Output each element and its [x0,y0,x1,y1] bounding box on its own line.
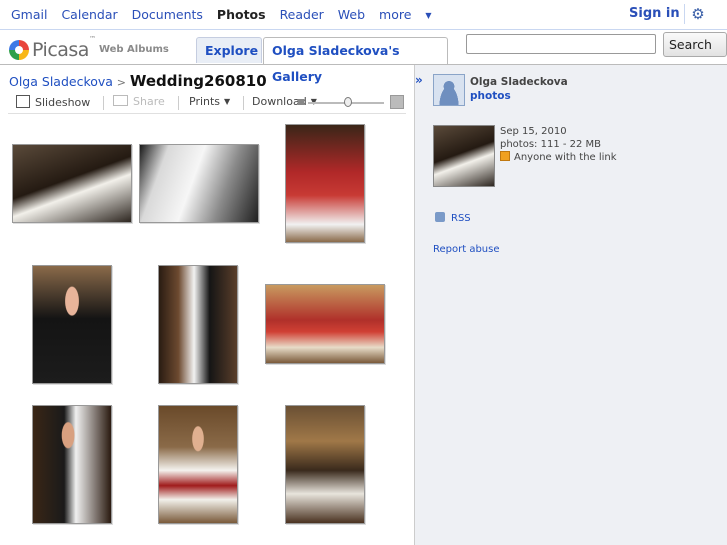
zoom-slider-thumb[interactable] [344,97,352,107]
prints-button[interactable]: Prints ▼ [189,95,230,108]
photo-2[interactable] [139,144,259,223]
rss-label: RSS [451,213,471,224]
album-visibility-label: Anyone with the link [514,152,617,163]
lock-icon [500,151,510,161]
nav-documents[interactable]: Documents [132,7,203,22]
album-content: Olga Sladeckova > Wedding260810 Slidesho… [0,65,415,545]
tab-gallery[interactable]: Olga Sladeckova's Gallery [263,37,448,84]
tab-explore[interactable]: Explore [196,37,262,63]
photo-8[interactable] [158,405,238,524]
photo-3[interactable] [285,124,365,243]
picasa-logo[interactable]: Picasa™Web Albums [9,35,169,61]
chevron-down-icon: ▼ [224,97,231,106]
photo-4[interactable] [32,265,112,384]
google-services-nav: Gmail Calendar Documents Photos Reader W… [11,7,452,22]
envelope-icon [113,95,128,106]
photo-5[interactable] [158,265,238,384]
album-sidebar: » Olga Sladeckova photos Sep 15, 2010 ph… [415,65,727,545]
nav-more[interactable]: more ▼ [379,7,442,22]
zoom-small-icon[interactable] [298,99,304,105]
album-visibility: Anyone with the link [500,151,617,163]
avatar[interactable] [433,74,465,106]
logo-trademark: ™ [88,35,96,43]
owner-name: Olga Sladeckova [470,76,568,88]
report-abuse-link[interactable]: Report abuse [433,244,500,255]
sign-in-link[interactable]: Sign in [629,6,680,21]
nav-gmail[interactable]: Gmail [11,7,47,22]
share-button[interactable]: Share [113,95,165,108]
toolbar-divider [243,96,244,110]
nav-photos[interactable]: Photos [217,7,266,22]
picasa-header: Picasa™Web Albums Explore Olga Sladeckov… [0,30,727,84]
breadcrumb: Olga Sladeckova > Wedding260810 [9,72,267,90]
album-cover[interactable] [433,125,495,187]
search-button[interactable]: Search [663,32,727,57]
search-input[interactable] [466,34,656,54]
slideshow-icon [16,95,30,108]
logo-text: Picasa [32,38,89,61]
rss-link[interactable]: RSS [435,212,471,224]
photo-9[interactable] [285,405,365,524]
album-count: photos: 111 - 22 MB [500,139,602,150]
toolbar-divider [103,96,104,110]
nav-more-label: more [379,7,412,22]
photo-1[interactable] [12,144,132,223]
toolbar-divider [178,96,179,110]
photo-6[interactable] [265,284,385,364]
picasa-logo-icon [9,39,29,60]
slideshow-button[interactable]: Slideshow [16,95,90,109]
collapse-sidebar-icon[interactable]: » [415,73,427,87]
prints-label: Prints [189,95,221,108]
album-title: Wedding260810 [129,72,267,90]
logo-subtitle: Web Albums [98,44,169,55]
nav-reader[interactable]: Reader [280,7,324,22]
slideshow-label: Slideshow [35,96,91,109]
gear-icon[interactable]: ⚙ [684,4,709,24]
owner-photos-link[interactable]: photos [470,90,511,102]
photo-7[interactable] [32,405,112,524]
zoom-large-icon[interactable] [390,95,404,109]
chevron-down-icon: ▼ [425,11,432,20]
rss-icon [435,212,445,222]
nav-calendar[interactable]: Calendar [61,7,117,22]
nav-web[interactable]: Web [338,7,365,22]
share-label: Share [133,95,165,108]
album-toolbar: Slideshow Share Prints▼ Download▼ [8,93,406,114]
album-date: Sep 15, 2010 [500,126,567,137]
google-bar: Gmail Calendar Documents Photos Reader W… [0,0,727,30]
breadcrumb-owner[interactable]: Olga Sladeckova [9,74,113,89]
breadcrumb-separator: > [116,76,126,89]
